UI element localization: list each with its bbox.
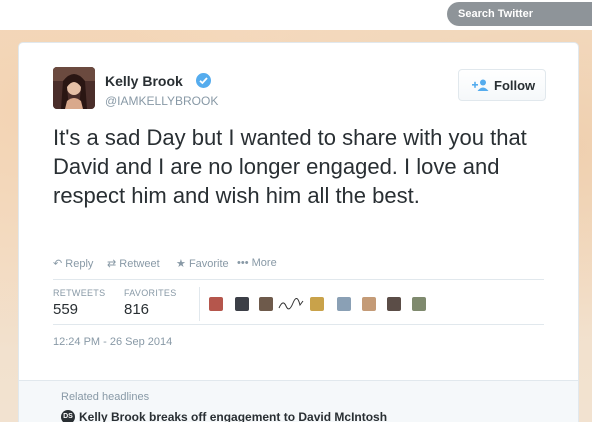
retweets-label: RETWEETS <box>53 288 106 298</box>
favoriter-avatar[interactable] <box>209 297 223 311</box>
follow-label: Follow <box>494 78 536 93</box>
stats-top-divider <box>53 279 544 280</box>
related-headline-link[interactable]: Kelly Brook breaks off engagement to Dav… <box>79 410 387 422</box>
stats-bottom-divider <box>53 324 544 325</box>
stats-separator <box>199 287 200 321</box>
related-title: Related headlines <box>61 391 150 403</box>
retweet-label: Retweet <box>119 258 160 270</box>
tweet-timestamp[interactable]: 12:24 PM - 26 Sep 2014 <box>53 336 172 348</box>
retweet-icon: ⇄ <box>107 258 117 270</box>
favoriter-avatar[interactable] <box>310 297 324 311</box>
more-dots-icon: ••• <box>237 257 249 269</box>
star-icon: ★ <box>176 258 186 270</box>
more-button[interactable]: ••• More <box>237 257 277 269</box>
author-handle[interactable]: @IAMKELLYBROOK <box>105 94 218 108</box>
tweet-text: It's a sad Day but I wanted to share wit… <box>53 125 527 208</box>
avatar-image <box>53 67 95 109</box>
search-input[interactable]: Search Twitter <box>447 2 592 26</box>
favorites-label: FAVORITES <box>124 288 177 298</box>
top-bar: Search Twitter <box>0 0 592 30</box>
follow-button[interactable]: Follow <box>458 69 546 101</box>
add-user-icon <box>472 79 490 94</box>
tweet-card: Kelly Brook @IAMKELLYBROOK Follow It's a… <box>18 42 579 422</box>
avatar[interactable] <box>53 67 95 109</box>
related-headlines: Related headlines DS Kelly Brook breaks … <box>19 380 578 422</box>
favorite-button[interactable]: ★ Favorite <box>176 257 229 270</box>
favoriter-avatar[interactable] <box>387 297 401 311</box>
retweet-button[interactable]: ⇄ Retweet <box>107 257 160 270</box>
retweets-count[interactable]: 559 <box>53 301 78 318</box>
favoriter-avatar[interactable] <box>362 297 376 311</box>
favoriter-avatar[interactable] <box>278 297 304 311</box>
reply-icon: ↶ <box>53 258 63 270</box>
news-source-icon: DS <box>61 410 75 422</box>
favorite-label: Favorite <box>188 258 229 270</box>
author-name[interactable]: Kelly Brook <box>105 73 183 89</box>
favoriter-avatar[interactable] <box>259 297 273 311</box>
reply-label: Reply <box>65 258 94 270</box>
favoriter-avatar[interactable] <box>412 297 426 311</box>
verified-badge-icon <box>196 73 211 88</box>
more-label: More <box>251 257 277 269</box>
reply-button[interactable]: ↶ Reply <box>53 257 93 270</box>
favoriter-avatar[interactable] <box>235 297 249 311</box>
favoriter-avatar[interactable] <box>337 297 351 311</box>
favorites-count[interactable]: 816 <box>124 301 149 318</box>
search-placeholder: Search Twitter <box>458 8 533 20</box>
